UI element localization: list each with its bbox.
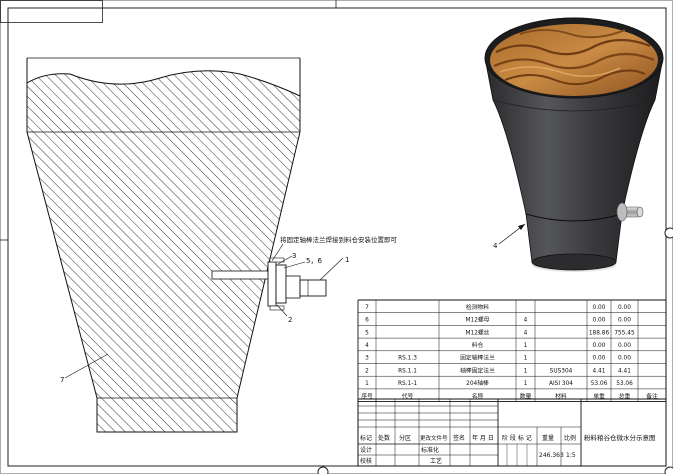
- bom-cell-seq: 6: [365, 318, 369, 324]
- bom-cell-code: RS.1.3: [398, 356, 417, 362]
- callout-2: 2: [288, 316, 292, 324]
- bom-cell-name: 固定轴棒法兰: [460, 354, 495, 362]
- bom-cell-name: M12螺母: [466, 316, 490, 324]
- sensor-body: [299, 279, 327, 297]
- corner-box: [0, 0, 103, 23]
- bom-cell-name: 轴棒固定法兰: [460, 366, 495, 374]
- bom-cell-qty: 4: [524, 318, 528, 324]
- bolt-bottom: [269, 305, 285, 311]
- bom-cell-material: AISI 304: [549, 381, 573, 387]
- bom-cell-unit: 0.00: [593, 356, 606, 362]
- probe-rod: [211, 270, 273, 280]
- assembly-note: 将固定轴棒法兰焊接到料仓安装位置即可: [280, 235, 398, 244]
- render-outlet: [531, 253, 617, 271]
- bom-cell-name: 204轴棒: [466, 379, 489, 387]
- bom-cell-qty: 4: [524, 330, 528, 336]
- tb-h-doc: 更改文件号: [420, 434, 448, 442]
- tb-h-date: 年 月 日: [472, 434, 494, 442]
- bom-cell-unit: 188.86: [589, 330, 610, 336]
- tb-h-sign: 签名: [453, 434, 465, 442]
- bom-cell-total: 4.41: [618, 368, 631, 374]
- bom-cell-unit: 0.00: [593, 343, 606, 349]
- bom-cell-total: 53.06: [616, 381, 633, 387]
- silo-section: [26, 70, 301, 433]
- tb-h-zone: 分区: [399, 434, 411, 442]
- tb-scale: 1:5: [566, 452, 576, 459]
- tb-standardize: 标准化: [421, 446, 439, 454]
- title-block-frame: [357, 398, 667, 467]
- bom-cell-unit: 53.06: [591, 381, 608, 387]
- bom-cell-total: 755.45: [614, 330, 635, 336]
- sensor-neck: [285, 275, 301, 299]
- tb-weight: 246.363: [539, 452, 564, 459]
- leader-1: [319, 257, 344, 281]
- bom-cell-qty: 1: [524, 381, 528, 387]
- tb-weight-label: 重量: [542, 434, 554, 442]
- bom-cell-name: 检测物料: [466, 303, 489, 311]
- leader-4-arrow: [518, 224, 525, 230]
- tb-scale-label: 比例: [564, 434, 576, 442]
- weld-flange: [267, 261, 277, 307]
- bom-cell-code: RS.1-1: [398, 381, 417, 387]
- tb-h-count: 处数: [378, 434, 390, 442]
- bom-cell-total: 0.00: [618, 318, 631, 324]
- bom-table: 7 检测物料 0.00 0.00 6 M12螺母 4 0.00 0.00 5 M12螺丝 4 188.8…: [357, 299, 667, 403]
- bolt-top: [269, 257, 285, 263]
- drawing-sheet: 1 2 3 5，6 7 4 将固定轴棒法兰焊接到料仓安装位置即可 7 检测物料 0.…: [0, 0, 673, 474]
- bom-cell-unit: 4.41: [593, 368, 606, 374]
- bom-cell-qty: 1: [524, 343, 528, 349]
- render-sensor-end: [636, 206, 644, 218]
- title-block: 标记 处数 分区 更改文件号 签名 年 月 日 设计 校核 标准化 工艺 阶 段…: [357, 398, 667, 467]
- bom-cell-name: 料仓: [472, 341, 484, 349]
- sheet-hole-right: [664, 227, 673, 239]
- tb-check: 校核: [360, 457, 372, 465]
- bom-cell-seq: 1: [365, 381, 369, 387]
- bom-cell-name: M12螺丝: [466, 328, 490, 336]
- bom-cell-total: 0.00: [618, 343, 631, 349]
- bom-cell-seq: 3: [365, 356, 369, 362]
- bom-cell-total: 0.00: [618, 356, 631, 362]
- bom-cell-seq: 5: [365, 330, 369, 336]
- bom-cell-code: RS.1.1: [398, 368, 417, 374]
- callout-56: 5，6: [306, 257, 322, 265]
- tb-h-mark: 标记: [360, 434, 372, 442]
- bom-cell-seq: 2: [365, 368, 369, 374]
- callout-3: 3: [292, 252, 296, 260]
- tb-drawing-title: 粉料粮谷仓微水分示意图: [584, 433, 656, 442]
- bom-cell-material: SUS304: [550, 368, 573, 374]
- callout-1: 1: [345, 256, 349, 264]
- tb-process: 工艺: [430, 457, 442, 465]
- render-sensor-flange: [616, 202, 628, 222]
- sheet-hole-corner: [664, 466, 673, 474]
- callout-7: 7: [60, 376, 64, 384]
- bom-cell-total: 0.00: [618, 305, 631, 311]
- bom-cell-seq: 7: [365, 305, 369, 311]
- callout-4: 4: [493, 242, 498, 250]
- bom-cell-seq: 4: [365, 343, 369, 349]
- bom-cell-qty: 1: [524, 356, 528, 362]
- tb-stage: 阶 段 标 记: [502, 434, 532, 442]
- fixing-flange: [275, 264, 287, 304]
- sheet-hole-bottom: [317, 466, 329, 474]
- leader-56: [283, 261, 306, 269]
- tb-design: 设计: [360, 446, 372, 454]
- bom-cell-qty: 1: [524, 368, 528, 374]
- bom-cell-unit: 0.00: [593, 318, 606, 324]
- bom-cell-unit: 0.00: [593, 305, 606, 311]
